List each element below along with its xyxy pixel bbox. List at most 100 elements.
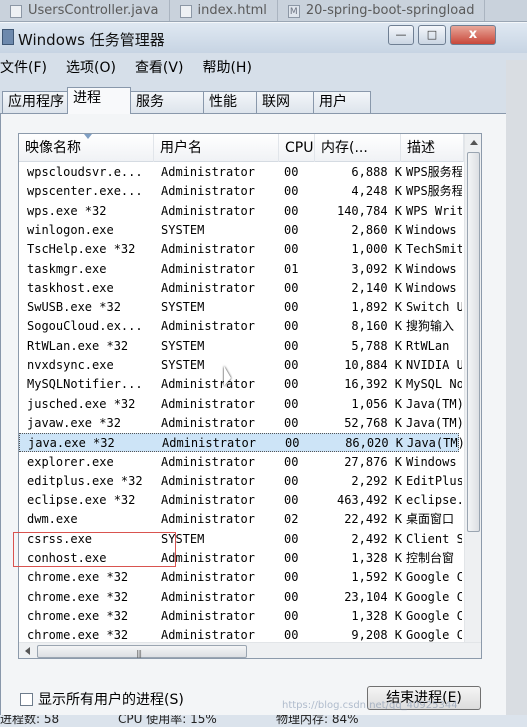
process-memory: 1,892 K: [351, 300, 402, 314]
process-cpu: 00: [284, 204, 299, 218]
process-row[interactable]: taskhost.exe Administrator 00 2,140 K Window…: [19, 279, 459, 298]
process-memory: 2,860 K: [351, 223, 402, 237]
process-name: SwUSB.exe *32: [27, 300, 121, 314]
menu-options[interactable]: 选项(O): [66, 57, 125, 77]
process-description: WPS Writer: [406, 204, 462, 218]
process-user: Administrator: [161, 416, 255, 430]
processes-panel: 映像名称 用户名 CPU 内存(... 描述 wpscloudsvr.e... A…: [0, 113, 522, 727]
process-description: Switch U: [406, 300, 462, 314]
process-row[interactable]: wpscloudsvr.e... Administrator 00 6,888 K WP…: [19, 163, 462, 182]
process-row[interactable]: chrome.exe *32 Administrator 00 1,592 K Goog…: [19, 568, 462, 587]
process-user: Administrator: [161, 262, 255, 276]
show-all-users-checkbox[interactable]: 显示所有用户的进程(S): [20, 690, 184, 708]
checkbox-icon[interactable]: [20, 692, 33, 706]
process-name: chrome.exe *32: [27, 570, 129, 584]
status-memory: 物理内存: 84%: [276, 715, 359, 726]
menu-view[interactable]: 查看(V): [135, 57, 193, 77]
process-row[interactable]: wps.exe *32 Administrator 00 140,784 K WPS W…: [19, 202, 462, 221]
process-memory: 10,884 K: [344, 358, 402, 372]
process-description: 控制台窗: [406, 551, 455, 565]
process-name: javaw.exe *32: [27, 416, 121, 430]
process-user: SYSTEM: [161, 532, 205, 546]
process-name: MySQLNotifier...: [27, 377, 143, 391]
column-header-description[interactable]: 描述: [401, 134, 464, 162]
tab-processes[interactable]: 进程: [67, 87, 131, 114]
file-icon: [179, 4, 192, 18]
process-user: Administrator: [161, 397, 255, 411]
process-row[interactable]: TscHelp.exe *32 Administrator 00 1,000 K Tec…: [19, 240, 462, 259]
process-name: dwm.exe: [27, 512, 78, 526]
process-cpu: 00: [284, 300, 299, 314]
process-cpu: 00: [284, 474, 299, 488]
process-cpu: 00: [284, 242, 299, 256]
process-user: SYSTEM: [161, 358, 205, 372]
process-description: Java(TM): [406, 416, 462, 430]
editor-tab[interactable]: 20-spring-boot-springload: [278, 0, 486, 21]
process-memory: 2,492 K: [351, 532, 402, 546]
process-row[interactable]: java.exe *32 Administrator 00 86,020 K Java(…: [19, 433, 463, 452]
vertical-scrollbar[interactable]: [464, 134, 481, 642]
process-row[interactable]: explorer.exe Administrator 00 27,876 K Windo…: [19, 453, 459, 472]
process-name: wpscloudsvr.e...: [27, 165, 143, 179]
scroll-left-arrow-icon[interactable]: [19, 643, 36, 658]
process-description: Windows: [406, 223, 457, 237]
process-description: Google C: [406, 570, 462, 584]
minimize-button[interactable]: —: [388, 25, 414, 45]
sort-descending-icon: [84, 134, 92, 139]
tab-networking[interactable]: 联网: [256, 91, 314, 113]
process-user: Administrator: [161, 184, 255, 198]
process-row[interactable]: chrome.exe *32 Administrator 00 1,328 K Goog…: [19, 607, 462, 626]
process-memory: 52,768 K: [344, 416, 402, 430]
process-row[interactable]: chrome.exe *32 Administrator 00 23,104 K Goo…: [19, 588, 462, 607]
process-row[interactable]: jusched.exe *32 Administrator 00 1,056 K Jav…: [19, 395, 462, 414]
editor-tab[interactable]: UsersController.java: [0, 0, 170, 21]
process-description: 搜狗输入: [406, 319, 455, 333]
maximize-button[interactable]: □: [418, 25, 446, 45]
tab-applications[interactable]: 应用程序: [2, 91, 68, 113]
process-memory: 8,160 K: [351, 319, 402, 333]
process-row[interactable]: SwUSB.exe *32 SYSTEM 00 1,892 K Switch U: [19, 298, 462, 317]
process-row[interactable]: taskmgr.exe Administrator 01 3,092 K Windows: [19, 260, 459, 279]
process-name: TscHelp.exe *32: [27, 242, 136, 256]
column-header-memory[interactable]: 内存(...: [315, 134, 401, 162]
process-row[interactable]: winlogon.exe SYSTEM 00 2,860 K Windows: [19, 221, 459, 240]
process-row[interactable]: dwm.exe Administrator 02 22,492 K 桌面窗口: [19, 510, 459, 529]
process-memory: 140,784 K: [336, 204, 402, 218]
editor-tab-label: index.html: [197, 3, 267, 18]
process-list[interactable]: 映像名称 用户名 CPU 内存(... 描述 wpscloudsvr.e... A…: [18, 133, 482, 659]
vertical-scroll-thumb[interactable]: [467, 152, 480, 532]
menu-help[interactable]: 帮助(H): [202, 57, 260, 77]
process-memory: 86,020 K: [345, 436, 403, 450]
process-row[interactable]: editplus.exe *32 Administrator 00 2,292 K Ed…: [19, 472, 462, 491]
process-name: java.exe *32: [28, 436, 115, 450]
column-header-cpu[interactable]: CPU: [279, 134, 315, 162]
file-icon: [10, 4, 22, 18]
process-description: Windows: [406, 262, 457, 276]
process-row[interactable]: eclipse.exe *32 Administrator 00 463,492 K e…: [19, 491, 462, 510]
horizontal-scroll-thumb[interactable]: |||: [37, 645, 247, 658]
editor-tab-strip: UsersController.java index.html 20-spring-…: [0, 0, 527, 22]
process-row[interactable]: SogouCloud.ex... Administrator 00 8,160 K 搜狗…: [19, 317, 459, 336]
process-description: Google C: [406, 609, 462, 623]
menu-file[interactable]: 文件(F): [0, 57, 56, 77]
horizontal-scrollbar[interactable]: |||: [19, 642, 481, 658]
tab-performance[interactable]: 性能: [203, 91, 257, 113]
process-memory: 27,876 K: [344, 455, 402, 469]
process-row[interactable]: wpscenter.exe... Administrator 00 4,248 K WP…: [19, 182, 462, 201]
close-button[interactable]: x: [450, 25, 496, 45]
tab-users[interactable]: 用户: [313, 91, 371, 113]
process-row[interactable]: RtWLan.exe *32 SYSTEM 00 5,788 K RtWLan: [19, 337, 459, 356]
process-memory: 1,592 K: [351, 570, 402, 584]
process-cpu: 00: [284, 590, 299, 604]
editor-tab[interactable]: index.html: [170, 0, 278, 21]
process-name: jusched.exe *32: [27, 397, 136, 411]
editor-tab-label: 20-spring-boot-springload: [305, 3, 475, 18]
process-row[interactable]: MySQLNotifier... Administrator 00 16,392 K M…: [19, 375, 462, 394]
process-description: TechSmith: [406, 242, 462, 256]
scroll-up-arrow-icon[interactable]: [465, 134, 481, 151]
process-name: chrome.exe *32: [27, 609, 129, 623]
column-header-user-name[interactable]: 用户名: [154, 134, 279, 162]
process-row[interactable]: javaw.exe *32 Administrator 00 52,768 K Java…: [19, 414, 462, 433]
process-row[interactable]: nvxdsync.exe SYSTEM 00 10,884 K NVIDIA U: [19, 356, 462, 375]
tab-services[interactable]: 服务: [130, 91, 204, 113]
